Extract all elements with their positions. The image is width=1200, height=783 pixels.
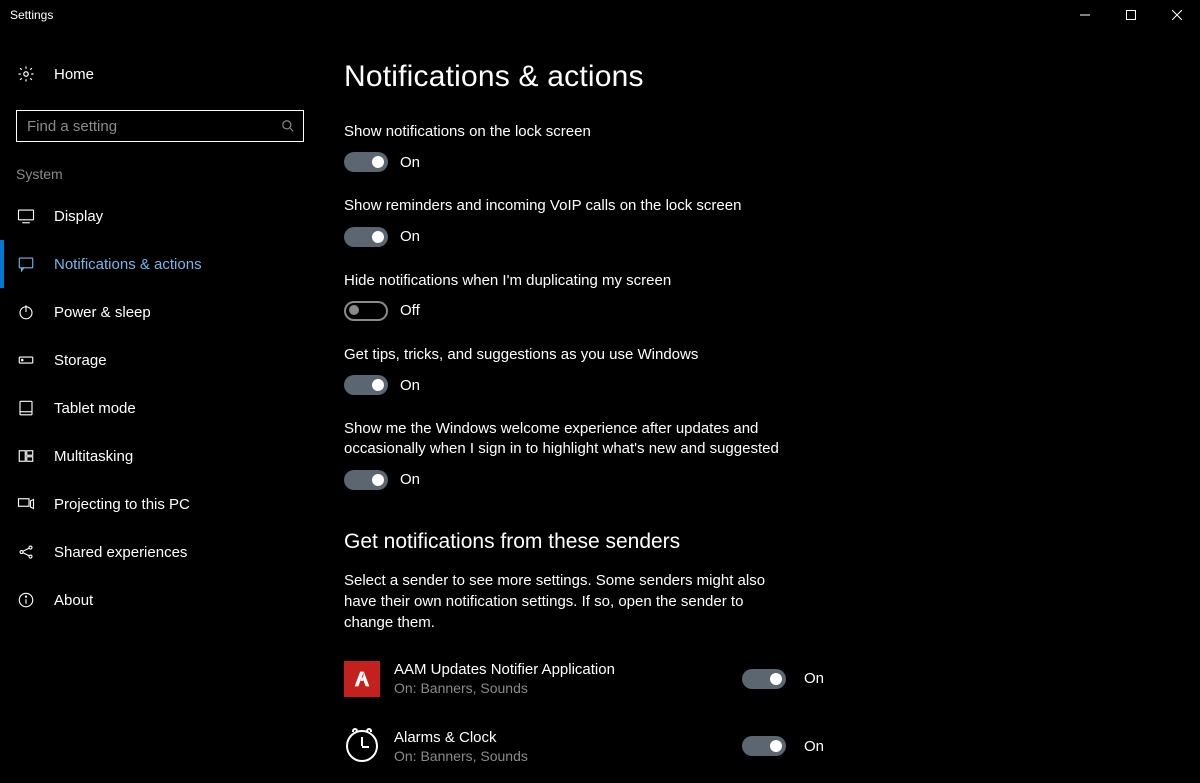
- display-icon: [16, 207, 36, 225]
- home-button[interactable]: Home: [0, 52, 320, 96]
- sidebar-item-label: Notifications & actions: [54, 256, 202, 273]
- toggle-switch[interactable]: [344, 301, 388, 321]
- search-input[interactable]: [17, 111, 303, 141]
- window-title: Settings: [10, 8, 53, 22]
- setting-item: Hide notifications when I'm duplicating …: [344, 271, 804, 321]
- sidebar-item-label: Power & sleep: [54, 304, 151, 321]
- toggle-state-label: On: [400, 471, 420, 488]
- sender-row[interactable]: AAM Updates Notifier Application On: Ban…: [344, 661, 824, 697]
- sender-row[interactable]: Alarms & Clock On: Banners, Sounds On: [344, 729, 824, 764]
- storage-icon: [16, 351, 36, 369]
- sidebar-item-label: Shared experiences: [54, 544, 187, 561]
- about-icon: [16, 591, 36, 609]
- minimize-button[interactable]: [1062, 0, 1108, 30]
- tablet-icon: [16, 399, 36, 417]
- setting-text: Show reminders and incoming VoIP calls o…: [344, 196, 804, 216]
- home-label: Home: [54, 66, 94, 83]
- sidebar: Home System Display Notifications & actio…: [0, 30, 320, 783]
- sidebar-item-multitasking[interactable]: Multitasking: [0, 432, 320, 480]
- titlebar: Settings: [0, 0, 1200, 30]
- senders-description: Select a sender to see more settings. So…: [344, 570, 794, 633]
- sender-toggle-label: On: [804, 738, 824, 755]
- setting-item: Get tips, tricks, and suggestions as you…: [344, 345, 804, 395]
- setting-text: Show me the Windows welcome experience a…: [344, 419, 804, 460]
- sidebar-item-label: About: [54, 592, 93, 609]
- sidebar-item-power[interactable]: Power & sleep: [0, 288, 320, 336]
- toggle-state-label: On: [400, 377, 420, 394]
- setting-item: Show me the Windows welcome experience a…: [344, 419, 804, 490]
- sender-toggle-label: On: [804, 670, 824, 687]
- project-icon: [16, 495, 36, 513]
- toggle-state-label: Off: [400, 302, 420, 319]
- toggle-switch[interactable]: [344, 470, 388, 490]
- sidebar-item-label: Tablet mode: [54, 400, 136, 417]
- setting-text: Hide notifications when I'm duplicating …: [344, 271, 804, 291]
- sidebar-item-tablet[interactable]: Tablet mode: [0, 384, 320, 432]
- setting-item: Show notifications on the lock screen On: [344, 122, 804, 172]
- sidebar-item-label: Display: [54, 208, 103, 225]
- sender-subtext: On: Banners, Sounds: [394, 748, 742, 764]
- toggle-switch[interactable]: [344, 152, 388, 172]
- sidebar-item-notifications[interactable]: Notifications & actions: [0, 240, 320, 288]
- sidebar-item-project[interactable]: Projecting to this PC: [0, 480, 320, 528]
- sender-toggle[interactable]: [742, 669, 786, 689]
- search-icon: [281, 119, 295, 133]
- close-button[interactable]: [1154, 0, 1200, 30]
- toggle-switch[interactable]: [344, 227, 388, 247]
- sidebar-item-shared[interactable]: Shared experiences: [0, 528, 320, 576]
- notifications-icon: [16, 255, 36, 273]
- shared-icon: [16, 543, 36, 561]
- sender-toggle[interactable]: [742, 736, 786, 756]
- sidebar-item-label: Multitasking: [54, 448, 133, 465]
- setting-text: Get tips, tricks, and suggestions as you…: [344, 345, 804, 365]
- toggle-state-label: On: [400, 154, 420, 171]
- setting-item: Show reminders and incoming VoIP calls o…: [344, 196, 804, 246]
- sidebar-section-label: System: [0, 166, 320, 192]
- senders-title: Get notifications from these senders: [344, 530, 1180, 554]
- clock-icon: [346, 730, 378, 762]
- gear-icon: [16, 65, 36, 83]
- toggle-state-label: On: [400, 228, 420, 245]
- adobe-icon: [344, 661, 380, 697]
- toggle-switch[interactable]: [344, 375, 388, 395]
- power-icon: [16, 303, 36, 321]
- sidebar-item-label: Projecting to this PC: [54, 496, 190, 513]
- sender-name: AAM Updates Notifier Application: [394, 661, 742, 678]
- sidebar-item-label: Storage: [54, 352, 107, 369]
- sidebar-item-storage[interactable]: Storage: [0, 336, 320, 384]
- sender-name: Alarms & Clock: [394, 729, 742, 746]
- search-box[interactable]: [16, 110, 304, 142]
- setting-text: Show notifications on the lock screen: [344, 122, 804, 142]
- page-title: Notifications & actions: [344, 60, 1180, 94]
- sidebar-item-about[interactable]: About: [0, 576, 320, 624]
- main-content: Notifications & actions Show notificatio…: [320, 30, 1200, 783]
- sidebar-item-display[interactable]: Display: [0, 192, 320, 240]
- multitasking-icon: [16, 447, 36, 465]
- maximize-button[interactable]: [1108, 0, 1154, 30]
- sender-subtext: On: Banners, Sounds: [394, 680, 742, 696]
